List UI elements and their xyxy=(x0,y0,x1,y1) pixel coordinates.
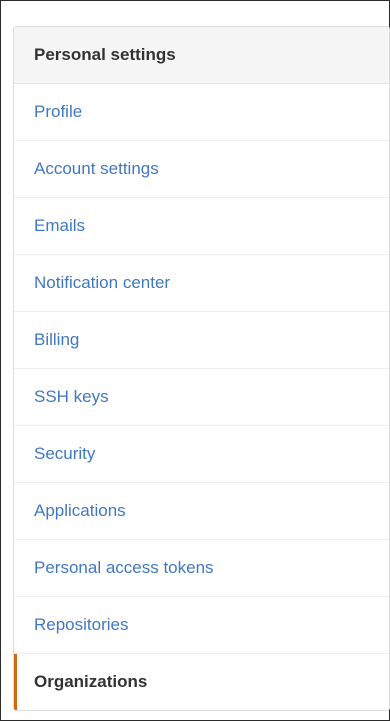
menu-header: Personal settings xyxy=(14,27,389,84)
menu-item-applications[interactable]: Applications xyxy=(14,483,389,540)
menu-item-repositories[interactable]: Repositories xyxy=(14,597,389,654)
menu-item-profile[interactable]: Profile xyxy=(14,84,389,141)
menu-item-emails[interactable]: Emails xyxy=(14,198,389,255)
menu-item-billing[interactable]: Billing xyxy=(14,312,389,369)
menu-item-security[interactable]: Security xyxy=(14,426,389,483)
screenshot-frame: Personal settings Profile Account settin… xyxy=(0,0,390,721)
menu-item-personal-access-tokens[interactable]: Personal access tokens xyxy=(14,540,389,597)
menu-item-notification-center[interactable]: Notification center xyxy=(14,255,389,312)
settings-menu: Personal settings Profile Account settin… xyxy=(13,26,390,711)
menu-item-account-settings[interactable]: Account settings xyxy=(14,141,389,198)
menu-item-organizations[interactable]: Organizations xyxy=(14,654,389,710)
menu-item-ssh-keys[interactable]: SSH keys xyxy=(14,369,389,426)
